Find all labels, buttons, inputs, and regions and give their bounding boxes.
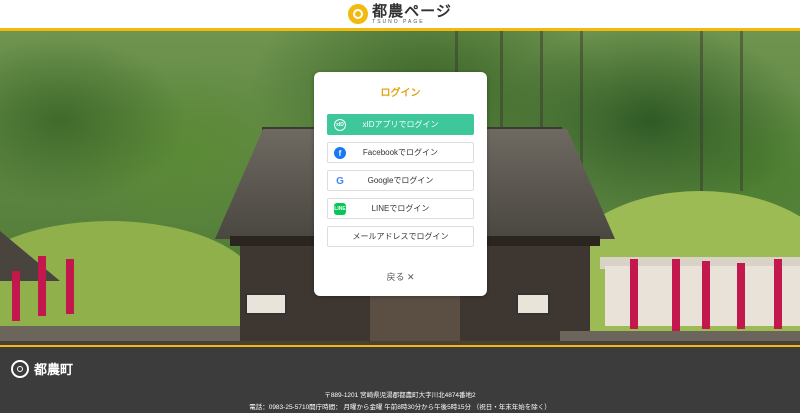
login-title: ログイン xyxy=(380,88,421,99)
line-login-button[interactable]: LINE LINEでログイン xyxy=(327,198,474,219)
back-link[interactable]: 戻る ✕ xyxy=(314,270,487,283)
google-login-button[interactable]: G Googleでログイン xyxy=(327,170,474,191)
site-footer: 都農町 〒889-1201 宮崎県児湯郡都農町大字川北4874番地2 電話：09… xyxy=(0,347,800,413)
town-emblem-icon xyxy=(11,359,29,378)
back-label: 戻る xyxy=(386,272,405,282)
facebook-icon: f xyxy=(334,147,346,159)
email-login-label: メールアドレスでログイン xyxy=(352,232,449,241)
facebook-login-label: Facebookでログイン xyxy=(362,148,439,157)
email-login-button[interactable]: メールアドレスでログイン xyxy=(327,226,474,247)
footer-address: 〒889-1201 宮崎県児湯郡都農町大字川北4874番地2 xyxy=(324,392,476,399)
logo-subtitle: TSUNO PAGE xyxy=(372,18,425,25)
xid-login-button[interactable]: xID xIDアプリでログイン xyxy=(327,114,474,135)
close-icon: ✕ xyxy=(406,272,415,282)
footer-phone-hours: 電話：0983-25-5710開庁時間： 月曜から金曜 午前8時30分から午後5… xyxy=(249,404,551,411)
logo-mark-icon xyxy=(348,4,369,24)
footer-town-name: 都農町 xyxy=(34,363,74,378)
xid-login-label: xIDアプリでログイン xyxy=(362,120,439,129)
facebook-login-button[interactable]: f Facebookでログイン xyxy=(327,142,474,163)
line-login-label: LINEでログイン xyxy=(371,204,430,213)
line-icon: LINE xyxy=(334,203,346,215)
login-dialog: ログイン xID xIDアプリでログイン f Facebookでログイン G G… xyxy=(314,72,487,296)
google-icon: G xyxy=(336,175,344,187)
xid-icon: xID xyxy=(334,119,346,131)
site-header: 都農ページ TSUNO PAGE xyxy=(0,0,800,31)
logo-title: 都農ページ xyxy=(372,1,452,20)
site-logo[interactable]: 都農ページ TSUNO PAGE xyxy=(348,1,452,25)
google-login-label: Googleでログイン xyxy=(367,176,434,185)
footer-logo[interactable]: 都農町 xyxy=(11,359,73,378)
